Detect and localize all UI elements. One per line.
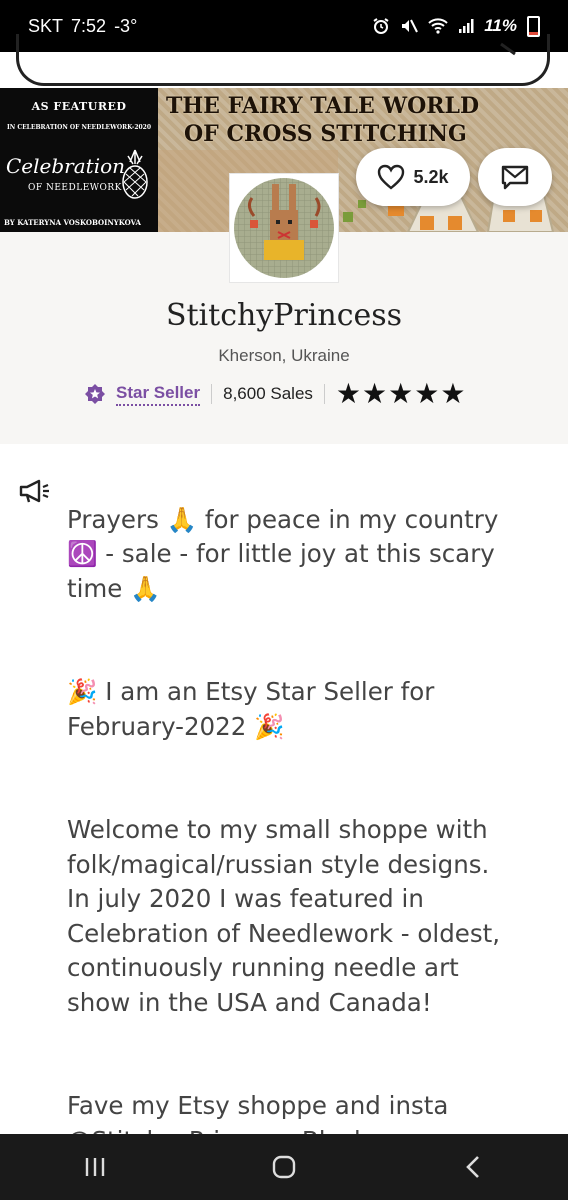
- signal-icon: [459, 19, 474, 33]
- shop-location: Kherson, Ukraine: [218, 346, 350, 365]
- wifi-icon: [428, 18, 448, 34]
- favorite-shop-button[interactable]: 5.2k: [356, 148, 470, 206]
- banner-title: THE FAIRY TALE WORLD OF CROSS STITCHING: [166, 92, 566, 148]
- featured-heading: AS FEATURED: [31, 100, 127, 113]
- shop-avatar[interactable]: [229, 173, 339, 283]
- heart-icon: [378, 164, 405, 190]
- rating-stars[interactable]: ★ ★ ★ ★ ★: [336, 380, 466, 408]
- home-icon: [272, 1155, 296, 1179]
- announcement-paragraph: Welcome to my small shoppe with folk/mag…: [67, 815, 501, 1017]
- search-icon[interactable]: [499, 42, 517, 60]
- shop-announcement: Prayers 🙏 for peace in my country ☮️ - s…: [67, 468, 527, 1193]
- star-seller-link[interactable]: Star Seller: [116, 383, 201, 406]
- star-icon: ★: [335, 378, 362, 409]
- alarm-icon: [373, 18, 389, 34]
- shop-name: StitchyPrincess: [165, 298, 403, 333]
- message-icon: [501, 165, 529, 190]
- star-icon: ★: [388, 378, 414, 409]
- search-input[interactable]: [16, 34, 550, 86]
- avatar-image: [234, 178, 334, 278]
- search-strip: [0, 34, 568, 92]
- home-button[interactable]: [254, 1147, 314, 1187]
- message-shop-button[interactable]: [478, 148, 552, 206]
- pineapple-icon: [122, 149, 148, 199]
- shop-stats: Star Seller 8,600 Sales ★ ★ ★ ★ ★: [84, 376, 465, 412]
- logo-script: Celebration: [6, 154, 126, 178]
- star-icon: ★: [414, 378, 440, 409]
- logo-sub: OF NEEDLEWORK: [28, 183, 122, 193]
- star-icon: ★: [362, 378, 388, 409]
- banner-title-line2: OF CROSS STITCHING: [184, 121, 467, 147]
- featured-logo: AS FEATURED IN CELEBRATION OF NEEDLEWORK…: [0, 88, 158, 232]
- star-seller-badge-icon: [85, 384, 105, 404]
- recent-apps-button[interactable]: [65, 1147, 125, 1187]
- divider: [211, 384, 213, 404]
- announcement-paragraph: Prayers 🙏 for peace in my country ☮️ - s…: [67, 504, 499, 603]
- banner-author: BY KATERYNA VOSKOBOINYKOVA: [4, 218, 141, 227]
- announcement-paragraph: 🎉 I am an Etsy Star Seller for February-…: [67, 677, 435, 741]
- favorites-count: 5.2k: [413, 166, 449, 187]
- system-nav-bar: [0, 1134, 568, 1200]
- mute-icon: [402, 19, 419, 33]
- battery-percent: 11%: [484, 16, 517, 35]
- back-button[interactable]: [443, 1147, 503, 1187]
- banner-title-line1: THE FAIRY TALE WORLD: [166, 93, 480, 119]
- sales-count: 8,600 Sales: [223, 384, 313, 403]
- featured-sub: IN CELEBRATION OF NEEDLEWORK-2020: [6, 124, 152, 131]
- star-icon: ★: [440, 378, 466, 409]
- megaphone-icon: [19, 479, 49, 503]
- recent-apps-icon: [85, 1158, 104, 1176]
- back-icon: [466, 1156, 480, 1178]
- divider: [323, 384, 325, 404]
